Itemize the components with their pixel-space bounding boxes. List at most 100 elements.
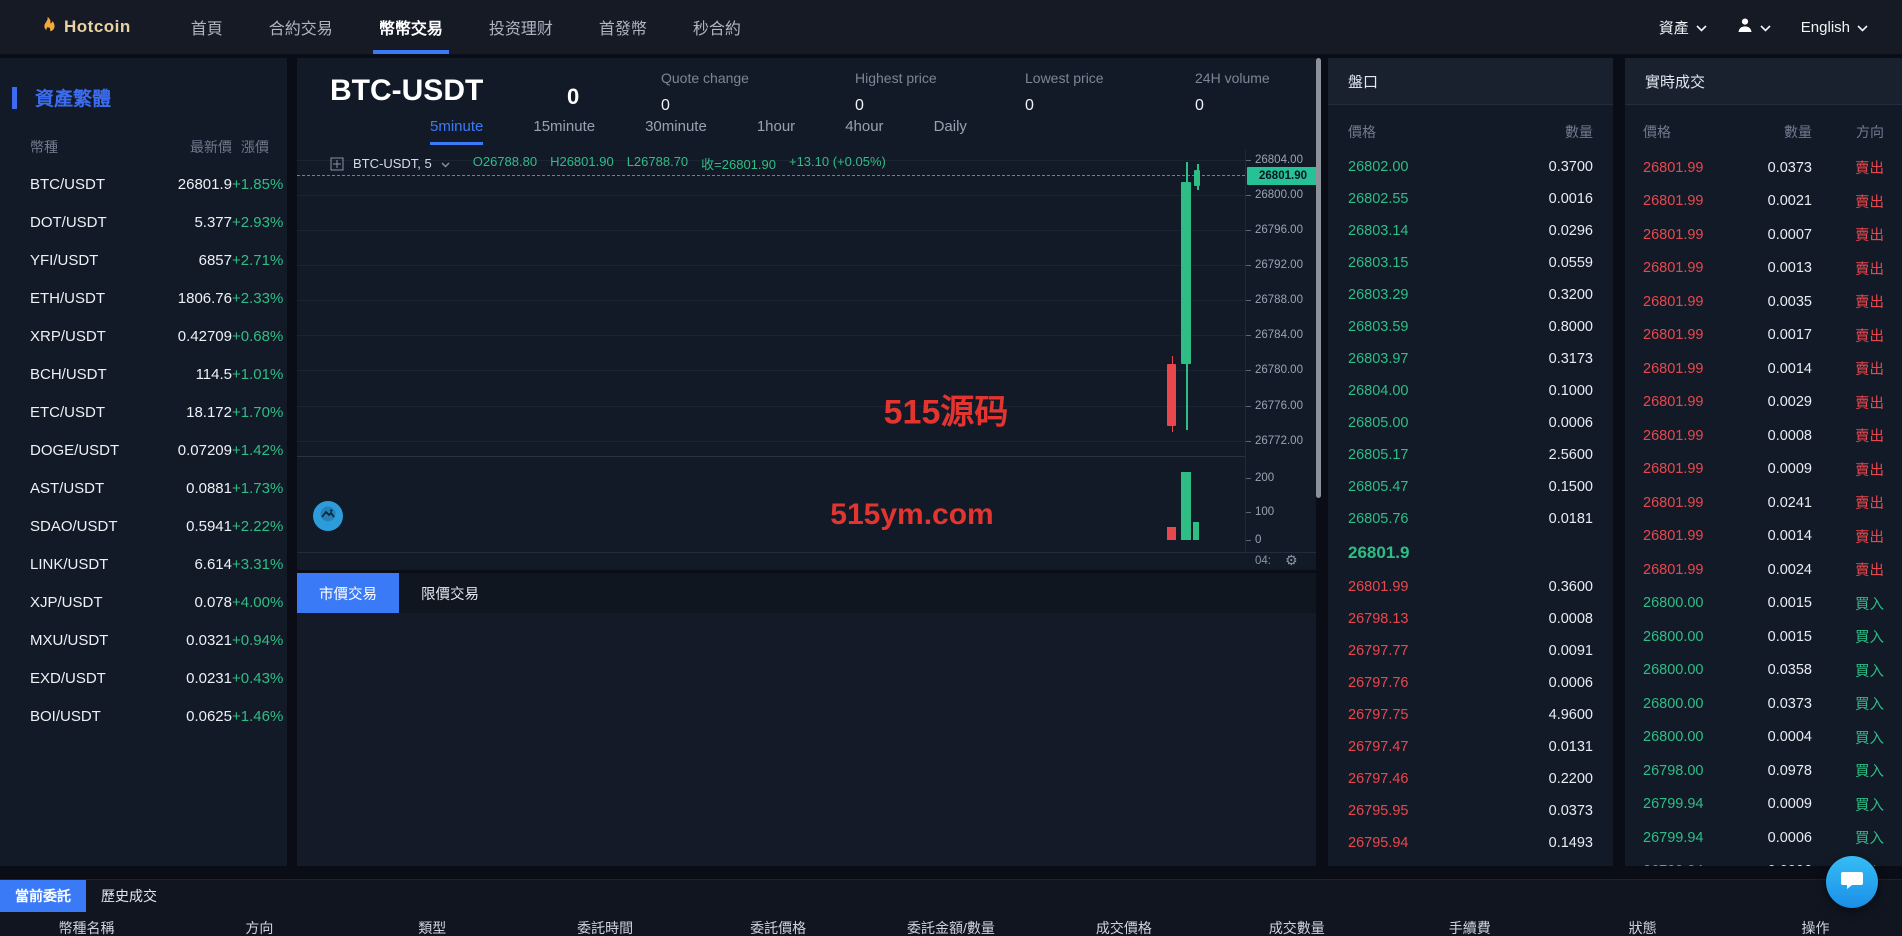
trade-price: 26801.99 — [1643, 193, 1726, 209]
language-menu[interactable]: English — [1801, 19, 1868, 36]
trade-row: 26801.990.0373賣出 — [1625, 151, 1902, 185]
trade-mode-tabs: 市價交易限價交易 — [297, 573, 1316, 613]
nav-menu: 首頁合約交易幣幣交易投资理财首發幣秒合約 — [191, 0, 741, 54]
nav-item-1[interactable]: 合約交易 — [269, 0, 333, 54]
user-menu[interactable] — [1737, 17, 1771, 37]
orderbook-bid-row[interactable]: 26797.460.2200 — [1328, 763, 1613, 795]
trade-tab-限價交易[interactable]: 限價交易 — [399, 573, 501, 613]
orderbook-bid-row[interactable]: 26797.770.0091 — [1328, 635, 1613, 667]
orderbook-bid-row[interactable]: 26795.400.0093 — [1328, 859, 1613, 866]
market-row[interactable]: BCH/USDT114.5+1.01% — [0, 355, 287, 393]
nav-item-5[interactable]: 秒合約 — [693, 0, 741, 54]
grid-icon[interactable] — [330, 157, 344, 171]
interval-tab-1hour[interactable]: 1hour — [757, 118, 795, 145]
scrollbar[interactable] — [1316, 58, 1321, 498]
market-row[interactable]: BTC/USDT26801.9+1.85% — [0, 165, 287, 203]
bid-price: 26798.13 — [1348, 611, 1408, 627]
orders-tab-當前委託[interactable]: 當前委託 — [0, 880, 86, 912]
orderbook-bid-row[interactable]: 26798.13 0.0008 — [1328, 603, 1613, 635]
orderbook-bid-row[interactable]: 26797.760.0006 — [1328, 667, 1613, 699]
orderbook-ask-row[interactable]: 26802.000.3700 — [1328, 151, 1613, 183]
interval-tab-5minute[interactable]: 5minute — [430, 118, 483, 145]
orderbook-ask-row[interactable]: 26803.290.3200 — [1328, 279, 1613, 311]
orderbook-bid-row[interactable]: 26801.990.3600 — [1328, 571, 1613, 603]
coin-price: 26801.9 — [148, 176, 232, 193]
coin-price: 18.172 — [148, 404, 232, 421]
trade-price: 26801.99 — [1643, 260, 1726, 276]
candle-body — [1181, 182, 1191, 364]
orderbook-ask-row[interactable]: 26803.140.0296 — [1328, 215, 1613, 247]
orderbook-ask-row[interactable]: 26803.970.3173 — [1328, 343, 1613, 375]
trade-price: 26800.00 — [1643, 662, 1726, 678]
market-row[interactable]: AST/USDT0.0881+1.73% — [0, 469, 287, 507]
coin-pair: BCH/USDT — [30, 366, 148, 383]
market-row[interactable]: DOT/USDT5.377+2.93% — [0, 203, 287, 241]
market-row[interactable]: XRP/USDT0.42709+0.68% — [0, 317, 287, 355]
orderbook-bid-row[interactable]: 26795.950.0373 — [1328, 795, 1613, 827]
page-title-symbol: BTC-USDT — [330, 74, 483, 108]
orderbook-ask-row[interactable]: 26802.550.0016 — [1328, 183, 1613, 215]
interval-tab-4hour[interactable]: 4hour — [845, 118, 883, 145]
interval-tab-15minute[interactable]: 15minute — [533, 118, 595, 145]
orderbook-ask-row[interactable]: 26804.000.1000 — [1328, 375, 1613, 407]
bid-qty: 0.2200 — [1549, 771, 1593, 787]
user-icon — [1737, 17, 1753, 37]
coin-change: +4.00% — [232, 594, 283, 611]
chevron-down-icon[interactable] — [441, 156, 450, 171]
market-row[interactable]: LINK/USDT6.614+3.31% — [0, 545, 287, 583]
trade-qty: 0.0373 — [1726, 696, 1812, 712]
orderbook-bid-row[interactable]: 26797.470.0131 — [1328, 731, 1613, 763]
volume-bar — [1193, 522, 1199, 540]
legend-symbol[interactable]: BTC-USDT, 5 — [353, 156, 432, 171]
brand-logo[interactable]: Hotcoin — [38, 16, 131, 38]
orders-header-10: 操作 — [1729, 918, 1902, 936]
coin-pair: DOT/USDT — [30, 214, 148, 231]
market-row[interactable]: ETC/USDT18.172+1.70% — [0, 393, 287, 431]
coin-pair: BTC/USDT — [30, 176, 148, 193]
time-axis — [297, 552, 1316, 553]
market-row[interactable]: DOGE/USDT0.07209+1.42% — [0, 431, 287, 469]
market-row[interactable]: ETH/USDT1806.76+2.33% — [0, 279, 287, 317]
screenshot-button[interactable] — [313, 501, 343, 531]
interval-tab-Daily[interactable]: Daily — [934, 118, 967, 145]
orderbook-ask-row[interactable]: 26805.760.0181 — [1328, 503, 1613, 535]
orders-tab-歷史成交[interactable]: 歷史成交 — [86, 880, 172, 912]
orderbook-ask-row[interactable]: 26805.172.5600 — [1328, 439, 1613, 471]
nav-item-4[interactable]: 首發幣 — [599, 0, 647, 54]
orderbook-ask-row[interactable]: 26803.590.8000 — [1328, 311, 1613, 343]
coin-change: +1.70% — [232, 404, 283, 421]
chart-plot[interactable]: 26804.0026800.0026796.0026792.0026788.00… — [297, 150, 1316, 570]
nav-item-0[interactable]: 首頁 — [191, 0, 223, 54]
price-axis-label: 26780.00 — [1255, 364, 1303, 376]
price-axis-label: 26784.00 — [1255, 329, 1303, 341]
trade-qty: 0.0014 — [1726, 361, 1812, 377]
market-row[interactable]: XJP/USDT0.078+4.00% — [0, 583, 287, 621]
orderbook-ask-row[interactable]: 26805.000.0006 — [1328, 407, 1613, 439]
orderbook-ask-row[interactable]: 26803.150.0559 — [1328, 247, 1613, 279]
coin-change: +2.71% — [232, 252, 283, 269]
candle-body — [1167, 364, 1176, 426]
market-row[interactable]: BOI/USDT0.0625+1.46% — [0, 697, 287, 735]
nav-item-2[interactable]: 幣幣交易 — [379, 0, 443, 54]
assets-menu[interactable]: 資產 — [1659, 17, 1707, 38]
bid-qty: 0.0373 — [1549, 803, 1593, 819]
trade-direction: 買入 — [1812, 660, 1884, 681]
coin-pair: XJP/USDT — [30, 594, 148, 611]
orderbook-bid-row[interactable]: 26797.754.9600 — [1328, 699, 1613, 731]
trade-tab-市價交易[interactable]: 市價交易 — [297, 573, 399, 613]
market-row[interactable]: SDAO/USDT0.5941+2.22% — [0, 507, 287, 545]
interval-tab-30minute[interactable]: 30minute — [645, 118, 707, 145]
gear-icon[interactable]: ⚙ — [1285, 552, 1298, 569]
nav-item-3[interactable]: 投资理财 — [489, 0, 553, 54]
orderbook-bid-row[interactable]: 26795.940.1493 — [1328, 827, 1613, 859]
market-row[interactable]: MXU/USDT0.0321+0.94% — [0, 621, 287, 659]
trade-price: 26801.99 — [1643, 461, 1726, 477]
trade-row: 26800.000.0004買入 — [1625, 721, 1902, 755]
coin-change: +1.73% — [232, 480, 283, 497]
orderbook-ask-row[interactable]: 26805.470.1500 — [1328, 471, 1613, 503]
chat-widget[interactable] — [1826, 856, 1878, 908]
coin-price: 0.0321 — [148, 632, 232, 649]
market-row[interactable]: YFI/USDT6857+2.71% — [0, 241, 287, 279]
market-row[interactable]: EXD/USDT0.0231+0.43% — [0, 659, 287, 697]
bid-qty: 0.0008 — [1549, 611, 1593, 627]
